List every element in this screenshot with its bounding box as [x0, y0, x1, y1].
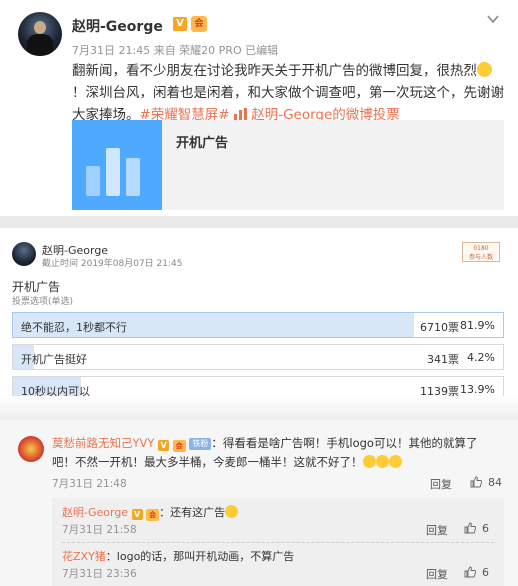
- like-button[interactable]: 6: [464, 566, 489, 579]
- post-meta: 7月31日 21:45 来自 荣耀20 PRO 已编辑: [72, 44, 279, 57]
- reply-text: ：logo的话，那叫开机动画，不算广告: [105, 550, 295, 563]
- stamp-label: 参与人数: [468, 254, 493, 261]
- poll-option-votes: 6710票: [420, 321, 459, 334]
- poll-option-label: 开机广告挺好: [21, 353, 87, 366]
- chevron-down-icon[interactable]: [486, 12, 500, 26]
- avatar-body: [27, 34, 53, 56]
- like-button[interactable]: 6: [464, 522, 489, 535]
- comment-body: 莫愁前路无知己YVY V 会 铁粉 ：得看看是啥广告啊！手机logo可以！其他的就…: [52, 434, 498, 472]
- poll-option-percent: 4.2%: [467, 351, 495, 364]
- reply-time: 7月31日 23:36: [62, 568, 137, 580]
- poll-option-percent: 13.9%: [460, 383, 495, 396]
- thumbs-up-icon: [464, 522, 476, 534]
- poll-icon: [233, 108, 247, 120]
- reply-author[interactable]: 花ZXY猪: [62, 550, 106, 563]
- poll-option[interactable]: 绝不能忍，1秒都不行 6710票 81.9%: [12, 312, 504, 338]
- reply-text: ：还有这广告: [159, 506, 226, 519]
- post-author-name[interactable]: 赵明-George: [72, 16, 163, 36]
- thumbs-up-icon: [470, 476, 482, 488]
- avatar-head: [34, 21, 46, 34]
- poll-option-votes: 341票: [427, 353, 459, 366]
- like-count: 84: [488, 476, 502, 489]
- verified-badge-icon: V: [158, 440, 170, 451]
- reply-button[interactable]: 回复: [426, 566, 448, 582]
- member-badge-icon: 会: [146, 509, 160, 521]
- comments-section: 莫愁前路无知己YVY V 会 铁粉 ：得看看是啥广告啊！手机logo可以！其他的就…: [0, 420, 518, 586]
- commenter-name[interactable]: 莫愁前路无知己YVY: [52, 436, 154, 450]
- poll-title: 开机广告: [12, 280, 61, 294]
- post-body: 翻新闻，看不少朋友在讨论我昨天关于开机广告的微博回复，很热烈！深圳台风，闲着也是…: [72, 60, 504, 126]
- poll-card-image: [72, 120, 162, 210]
- member-badge-icon: 会: [191, 16, 207, 32]
- member-badge-icon: 会: [172, 440, 186, 452]
- reply-separator: [62, 542, 494, 543]
- poll-option-percent: 81.9%: [460, 319, 495, 332]
- stamp-number: 0180: [473, 245, 489, 252]
- reply-item: 花ZXY猪：logo的话，那叫开机动画，不算广告: [62, 548, 294, 564]
- poll-option-label: 绝不能忍，1秒都不行: [21, 321, 127, 334]
- section-divider: [0, 396, 518, 420]
- laugh-emoji-icon: [388, 455, 402, 468]
- thumbs-up-icon: [464, 566, 476, 578]
- like-count: 6: [482, 566, 489, 579]
- verified-badge-icon: V: [131, 509, 143, 520]
- like-count: 6: [482, 522, 489, 535]
- laugh-emoji-icon: [375, 455, 389, 468]
- poll-subtitle: 投票选项(单选): [12, 297, 74, 307]
- poll-author-avatar[interactable]: [12, 242, 36, 266]
- poll-panel: 赵明-George 截止时间 2019年08月07日 21:45 0180 参与…: [0, 228, 518, 402]
- post-text-part-a: 翻新闻，看不少朋友在讨论我昨天关于开机广告的微博回复，很热烈: [72, 63, 477, 79]
- author-avatar[interactable]: [18, 12, 62, 56]
- replies-box: 赵明-George V 会：还有这广告 7月31日 21:58 回复 6 花ZX…: [52, 498, 504, 586]
- reply-author[interactable]: 赵明-George: [62, 506, 128, 519]
- participants-stamp: 0180 参与人数: [462, 242, 500, 262]
- reply-time: 7月31日 21:58: [62, 524, 137, 536]
- comment-time: 7月31日 21:48: [52, 478, 127, 490]
- poll-card[interactable]: 开机广告: [72, 120, 504, 210]
- grin-emoji-icon: [477, 62, 492, 77]
- weibo-post: 赵明-George V 会 7月31日 21:45 来自 荣耀20 PRO 已编…: [0, 0, 518, 216]
- poll-option[interactable]: 开机广告挺好 341票 4.2%: [12, 344, 504, 370]
- verified-badge-icon: V: [173, 17, 187, 31]
- fan-badge: 铁粉: [189, 438, 212, 450]
- reply-item: 赵明-George V 会：还有这广告: [62, 504, 239, 521]
- laugh-emoji-icon: [362, 455, 376, 468]
- section-divider: [0, 216, 518, 228]
- reply-button[interactable]: 回复: [426, 522, 448, 538]
- poll-card-title: 开机广告: [176, 136, 229, 151]
- commenter-avatar[interactable]: [18, 436, 44, 462]
- laugh-emoji-icon: [225, 505, 239, 518]
- like-button[interactable]: 84: [470, 476, 502, 489]
- reply-button[interactable]: 回复: [430, 476, 452, 492]
- poll-deadline: 截止时间 2019年08月07日 21:45: [42, 259, 183, 269]
